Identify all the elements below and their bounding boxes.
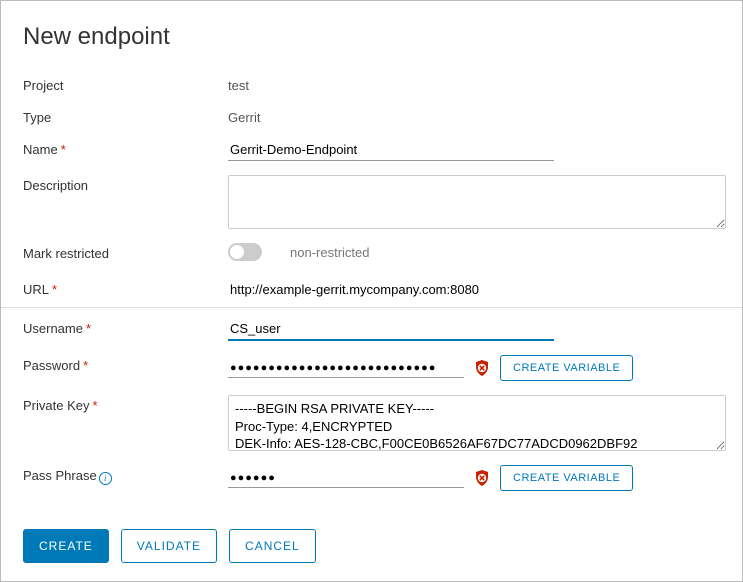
error-shield-icon — [474, 470, 490, 486]
label-url: URL* — [23, 279, 228, 297]
value-type: Gerrit — [228, 107, 261, 125]
required-asterisk: * — [83, 358, 88, 373]
private-key-input[interactable] — [228, 395, 726, 451]
pass-phrase-input[interactable] — [228, 469, 464, 488]
required-asterisk: * — [86, 321, 91, 336]
validate-button[interactable]: VALIDATE — [121, 529, 217, 563]
username-input[interactable] — [228, 318, 554, 341]
label-name: Name* — [23, 139, 228, 157]
row-username: Username* — [23, 318, 720, 341]
error-shield-icon — [474, 360, 490, 376]
create-variable-button-password[interactable]: CREATE VARIABLE — [500, 355, 633, 381]
footer-actions: CREATE VALIDATE CANCEL — [23, 529, 316, 563]
info-icon[interactable]: i — [99, 472, 112, 485]
label-private-key: Private Key* — [23, 395, 228, 413]
label-pass-phrase: Pass Phrasei — [23, 465, 228, 485]
row-description: Description — [23, 175, 720, 229]
label-restricted: Mark restricted — [23, 243, 228, 261]
label-description: Description — [23, 175, 228, 193]
name-input[interactable] — [228, 139, 554, 161]
label-project: Project — [23, 75, 228, 93]
row-restricted: Mark restricted non-restricted — [23, 243, 720, 265]
row-pass-phrase: Pass Phrasei CREATE VARIABLE — [23, 465, 720, 491]
row-url: URL* — [23, 279, 720, 301]
value-project: test — [228, 75, 249, 93]
cancel-button[interactable]: CANCEL — [229, 529, 316, 563]
label-type: Type — [23, 107, 228, 125]
row-name: Name* — [23, 139, 720, 161]
create-variable-button-passphrase[interactable]: CREATE VARIABLE — [500, 465, 633, 491]
page-title: New endpoint — [23, 23, 720, 51]
label-password: Password* — [23, 355, 228, 373]
restricted-toggle[interactable] — [228, 243, 262, 261]
password-input[interactable] — [228, 359, 464, 378]
required-asterisk: * — [52, 282, 57, 297]
label-username: Username* — [23, 318, 228, 336]
restricted-state-label: non-restricted — [290, 245, 369, 260]
required-asterisk: * — [61, 142, 66, 157]
required-asterisk: * — [92, 398, 97, 413]
row-project: Project test — [23, 75, 720, 97]
row-type: Type Gerrit — [23, 107, 720, 129]
url-input[interactable] — [228, 279, 698, 300]
row-private-key: Private Key* — [23, 395, 720, 451]
create-button[interactable]: CREATE — [23, 529, 109, 563]
new-endpoint-panel: New endpoint Project test Type Gerrit Na… — [0, 0, 743, 582]
description-input[interactable] — [228, 175, 726, 229]
row-password: Password* CREATE VARIABLE — [23, 355, 720, 381]
